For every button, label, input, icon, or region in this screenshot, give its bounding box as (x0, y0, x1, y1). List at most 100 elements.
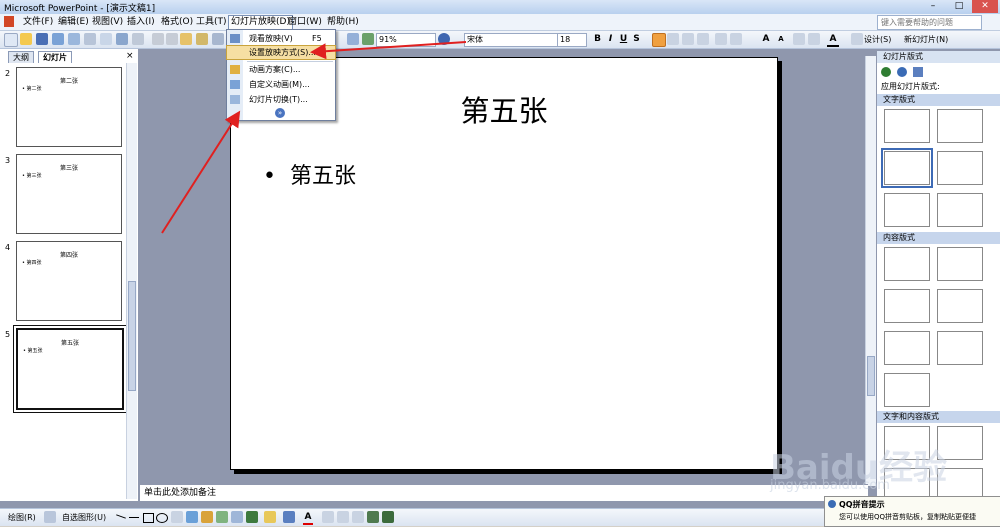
picture-icon[interactable] (231, 511, 243, 523)
wordart-icon[interactable] (186, 511, 198, 523)
underline-button[interactable]: U (618, 33, 629, 45)
menu-view[interactable]: 视图(V) (90, 16, 125, 29)
scroll-thumb[interactable] (867, 356, 875, 396)
decrease-font-button[interactable]: A (775, 33, 787, 45)
diagram-icon[interactable] (201, 511, 213, 523)
menu-tools[interactable]: 工具(T) (194, 16, 229, 29)
maximize-button[interactable]: □ (946, 0, 972, 13)
layout-two-column[interactable] (937, 151, 983, 185)
slide-bullet[interactable]: • 第五张 (263, 158, 356, 190)
layout-title-vertical[interactable] (884, 193, 930, 227)
new-icon[interactable] (4, 33, 18, 47)
decrease-indent-icon[interactable] (793, 33, 805, 45)
numbering-icon[interactable] (715, 33, 727, 45)
save-icon[interactable] (36, 33, 48, 45)
dash-style-icon[interactable] (337, 511, 349, 523)
menu-help[interactable]: 帮助(H) (325, 16, 361, 29)
3d-style-icon[interactable] (382, 511, 394, 523)
line-icon[interactable] (116, 514, 126, 519)
undo-icon[interactable] (212, 33, 224, 45)
layout-two-content-alt[interactable] (937, 331, 983, 365)
slide-thumbnail-selected[interactable]: 第五张 • 第五张 (13, 325, 127, 413)
minimize-button[interactable]: – (920, 0, 946, 13)
bold-button[interactable]: B (592, 33, 603, 45)
slide-thumbnail[interactable]: 第二张 • 第二张 (16, 67, 122, 147)
menu-window[interactable]: 窗口(W) (286, 16, 324, 29)
layout-two-content[interactable] (884, 289, 930, 323)
autoshapes-button[interactable]: 自选图形(U) (62, 512, 106, 523)
tab-slides[interactable]: 幻灯片 (38, 51, 72, 63)
slide-scrollbar[interactable] (865, 56, 876, 486)
justify-icon[interactable] (697, 33, 709, 45)
arrow-icon[interactable] (129, 517, 139, 518)
layout-content-two[interactable] (937, 289, 983, 323)
arrow-style-icon[interactable] (352, 511, 364, 523)
insert-table-icon[interactable] (347, 33, 359, 45)
close-pane-icon[interactable]: × (126, 51, 134, 61)
fill-color-icon[interactable] (264, 511, 276, 523)
menu-item-animation-schemes[interactable]: 动画方案(C)... (227, 63, 335, 76)
font-size-combo[interactable]: 18 (557, 33, 587, 47)
font-name-combo[interactable]: 宋体 (464, 33, 558, 47)
increase-indent-icon[interactable] (808, 33, 820, 45)
menu-item-slide-transition[interactable]: 幻灯片切换(T)... (227, 93, 335, 106)
slides-pane-scrollbar[interactable] (126, 63, 137, 499)
print-preview-icon[interactable] (100, 33, 112, 45)
slide-thumbnail[interactable]: 第四张 • 第四张 (16, 241, 122, 321)
shadow-style-icon[interactable] (367, 511, 379, 523)
close-button[interactable]: ✕ (972, 0, 998, 13)
align-center-icon[interactable] (667, 33, 679, 45)
help-icon[interactable] (438, 33, 450, 45)
forward-icon[interactable] (897, 67, 907, 77)
rectangle-icon[interactable] (143, 513, 154, 523)
home-icon[interactable] (913, 67, 923, 77)
qq-pinyin-popup[interactable]: QQ拼音提示 您可以使用QQ拼音剪贴板，复制粘贴更便捷 (824, 496, 1000, 527)
layout-blank[interactable] (884, 247, 930, 281)
spelling-icon[interactable] (116, 33, 128, 45)
layout-title-slide[interactable] (884, 109, 930, 143)
permission-icon[interactable] (52, 33, 64, 45)
menu-insert[interactable]: 插入(I) (125, 16, 157, 29)
back-icon[interactable] (881, 67, 891, 77)
layout-four-content[interactable] (884, 331, 930, 365)
layout-title-four[interactable] (884, 373, 930, 407)
layout-title-text[interactable] (881, 148, 933, 188)
paste-icon[interactable] (180, 33, 192, 45)
line-color-icon[interactable] (283, 511, 295, 523)
tab-outline[interactable]: 大纲 (8, 51, 34, 63)
layout-title-content[interactable] (937, 247, 983, 281)
cut-icon[interactable] (152, 33, 164, 45)
layout-vertical-text[interactable] (937, 193, 983, 227)
menu-item-view-show[interactable]: 观看放映(V) F5 (227, 32, 335, 45)
font-color-button[interactable]: A (827, 33, 839, 47)
expand-menu-icon[interactable]: » (275, 108, 285, 118)
align-right-icon[interactable] (682, 33, 694, 45)
oval-icon[interactable] (156, 513, 168, 523)
new-slide-button[interactable]: 新幻灯片(N) (904, 34, 948, 45)
slide-thumbnail[interactable]: 第三张 • 第三张 (16, 154, 122, 234)
scroll-thumb[interactable] (128, 281, 136, 391)
format-painter-icon[interactable] (196, 33, 208, 45)
layout-title-only[interactable] (937, 109, 983, 143)
italic-button[interactable]: I (605, 33, 616, 45)
app-icon[interactable] (4, 16, 14, 27)
draw-menu-button[interactable]: 绘图(R) (8, 512, 36, 523)
bullets-icon[interactable] (730, 33, 742, 45)
select-objects-icon[interactable] (44, 511, 56, 523)
grayscale-icon[interactable] (362, 33, 374, 45)
menu-format[interactable]: 格式(O) (159, 16, 195, 29)
help-search-input[interactable]: 键入需要帮助的问题 (877, 15, 982, 30)
research-icon[interactable] (132, 33, 144, 45)
align-left-icon[interactable] (652, 33, 666, 47)
menu-file[interactable]: 文件(F) (21, 16, 55, 29)
zoom-combo[interactable]: 91% (376, 33, 436, 47)
design-button[interactable]: 设计(S) (864, 34, 891, 45)
print-icon[interactable] (84, 33, 96, 45)
notes-pane[interactable]: 单击此处添加备注 (140, 484, 868, 501)
insert-picture-icon[interactable] (246, 511, 258, 523)
menu-item-setup-show[interactable]: 设置放映方式(S)... (226, 45, 336, 60)
menu-item-custom-animation[interactable]: 自定义动画(M)... (227, 78, 335, 91)
increase-font-button[interactable]: A (760, 33, 772, 45)
open-icon[interactable] (20, 33, 32, 45)
clipart-icon[interactable] (216, 511, 228, 523)
